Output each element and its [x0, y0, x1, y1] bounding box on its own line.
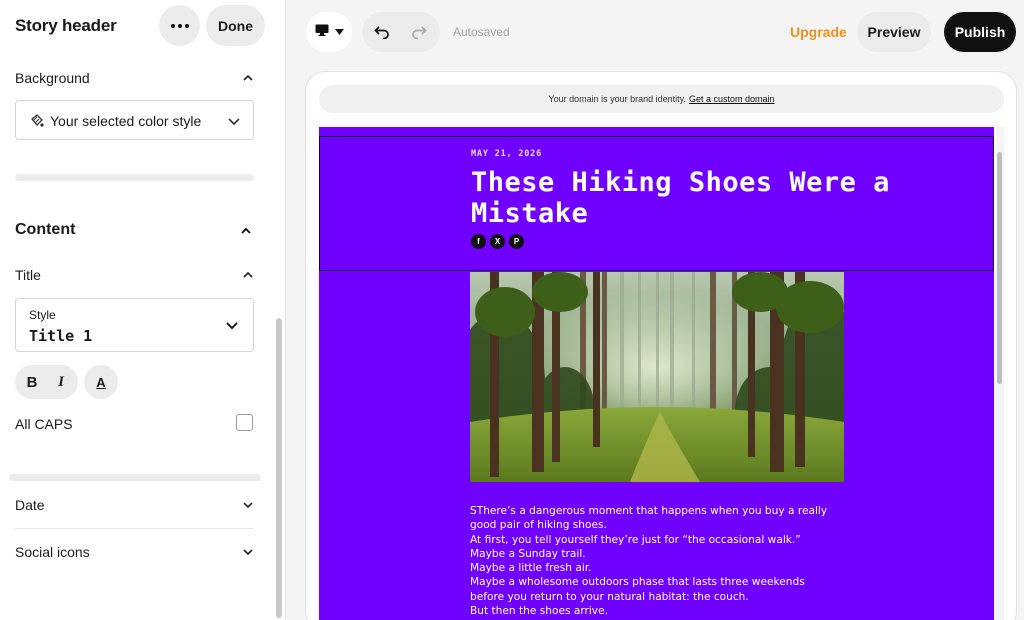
chevron-up-icon[interactable]	[242, 269, 254, 281]
settings-panel: Story header Done Background Your select…	[0, 0, 286, 620]
autosave-status: Autosaved	[453, 25, 510, 39]
more-options-button[interactable]	[159, 5, 200, 46]
history-group	[362, 12, 440, 52]
background-color-select[interactable]: Your selected color style	[15, 100, 254, 140]
social-icons-section-label[interactable]: Social icons	[15, 544, 90, 560]
chevron-down-icon[interactable]	[242, 499, 254, 511]
section-divider	[9, 474, 261, 481]
more-icon	[170, 23, 189, 28]
preview-scrollbar[interactable]	[997, 152, 1002, 384]
pinterest-icon[interactable]: P	[509, 234, 524, 249]
redo-icon	[412, 26, 427, 39]
redo-button[interactable]	[409, 22, 429, 42]
bold-icon: B	[26, 373, 38, 391]
story-canvas: MAY 21, 2026 These Hiking Shoes Were a M…	[319, 127, 994, 620]
undo-icon	[374, 26, 389, 39]
desktop-icon	[315, 23, 329, 41]
forest-trail-image	[470, 272, 844, 482]
story-preview-frame: Your domain is your brand identity. Get …	[305, 71, 1017, 620]
story-date: MAY 21, 2026	[471, 149, 543, 159]
upgrade-link[interactable]: Upgrade	[790, 24, 847, 40]
panel-title: Story header	[15, 16, 117, 35]
title-style-select[interactable]: Style Title 1	[15, 298, 254, 352]
text-color-icon: A	[96, 374, 106, 390]
chevron-up-icon[interactable]	[240, 225, 252, 237]
background-section-label[interactable]: Background	[15, 70, 90, 86]
device-selector[interactable]	[306, 12, 352, 52]
domain-notice-bar: Your domain is your brand identity. Get …	[319, 85, 1004, 113]
domain-notice-text: Your domain is your brand identity.	[548, 94, 687, 104]
all-caps-label: All CAPS	[15, 416, 73, 432]
color-style-icon	[29, 113, 45, 134]
content-section-label[interactable]: Content	[15, 221, 75, 239]
section-divider	[15, 174, 254, 181]
italic-icon: I	[58, 373, 64, 390]
story-body-text: SThere’s a dangerous moment that happens…	[470, 505, 828, 618]
preview-button[interactable]: Preview	[857, 12, 931, 52]
style-label: Style	[29, 308, 56, 322]
date-section-label[interactable]: Date	[15, 497, 45, 513]
undo-button[interactable]	[372, 22, 392, 42]
italic-button[interactable]: I	[44, 365, 78, 399]
chevron-down-icon	[227, 114, 241, 133]
chevron-up-icon[interactable]	[242, 72, 254, 84]
done-button[interactable]: Done	[206, 5, 265, 46]
panel-header: Story header Done	[0, 0, 286, 56]
text-color-button[interactable]: A	[84, 365, 118, 399]
style-value: Title 1	[29, 327, 93, 345]
title-section-label[interactable]: Title	[15, 267, 41, 283]
panel-scrollbar[interactable]	[276, 318, 282, 618]
social-icons: f X P	[471, 234, 524, 249]
custom-domain-link[interactable]: Get a custom domain	[689, 94, 775, 104]
x-icon[interactable]: X	[490, 234, 505, 249]
row-divider	[15, 528, 254, 529]
all-caps-checkbox[interactable]	[236, 414, 253, 431]
chevron-down-icon[interactable]	[242, 546, 254, 558]
story-title: These Hiking Shoes Were a Mistake	[471, 167, 890, 229]
chevron-down-icon	[225, 318, 239, 337]
caret-down-icon	[334, 23, 344, 41]
publish-button[interactable]: Publish	[944, 12, 1016, 52]
color-style-value: Your selected color style	[50, 113, 202, 129]
facebook-icon[interactable]: f	[471, 234, 486, 249]
